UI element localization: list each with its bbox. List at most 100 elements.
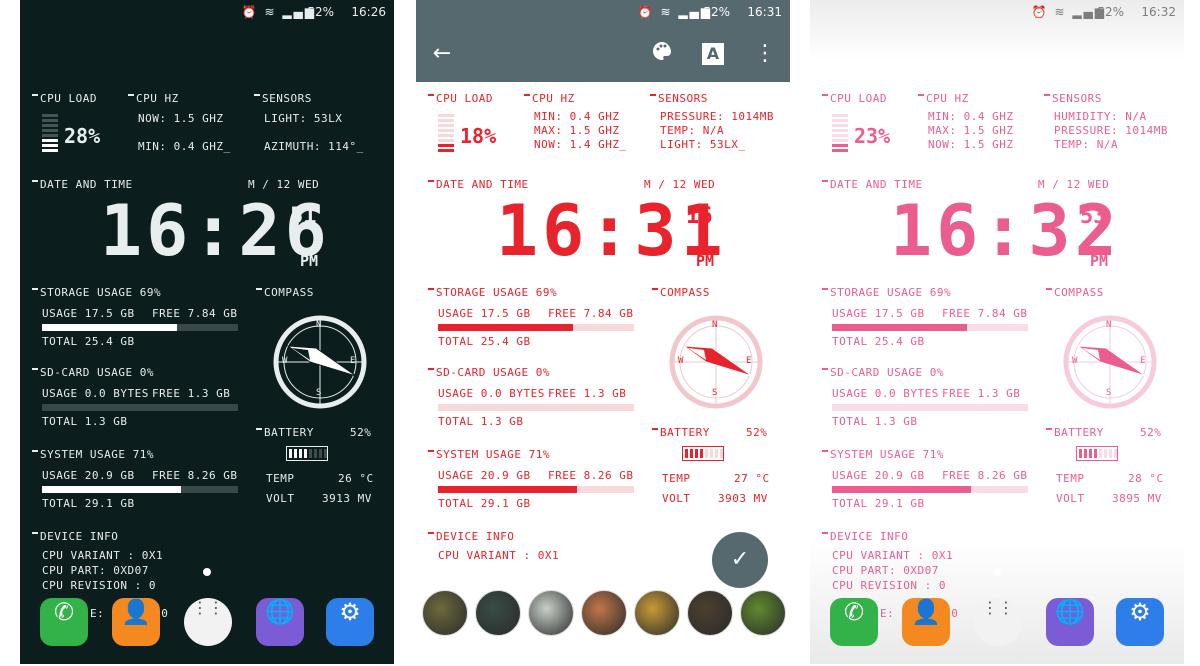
storage-bar-fill [438, 324, 574, 331]
cpu-hz-line: MIN: 0.4 GHZ [928, 110, 1014, 123]
palette-icon[interactable] [648, 40, 676, 68]
contacts-icon[interactable]: 👤 [112, 598, 160, 646]
sensors-line: TEMP: N/A [660, 124, 725, 137]
clock-ampm: PM [300, 252, 319, 270]
system-bar-fill [438, 486, 578, 493]
device-info-line: CPU REVISION : 0 [42, 579, 156, 592]
confirm-button[interactable]: ✓ [712, 532, 768, 588]
wallpaper-thumbnail[interactable] [475, 590, 521, 636]
compass-e: E [746, 356, 752, 366]
battery-temp-label: TEMP [266, 472, 295, 485]
phone-icon[interactable]: ✆ [830, 598, 878, 646]
cpu-load-label: CPU LOAD [32, 92, 97, 105]
cpu-meter-segment [832, 149, 848, 152]
battery-volt-label: VOLT [662, 492, 691, 505]
wallpaper-thumbnail[interactable] [422, 590, 468, 636]
system-usage: USAGE 20.9 GB [42, 469, 135, 482]
clock-seconds: 16 [686, 204, 713, 229]
battery-segment [314, 449, 317, 458]
wallpaper-thumbnail[interactable] [581, 590, 627, 636]
compass-w: W [1072, 356, 1078, 366]
cpu-hz-line: NOW: 1.5 GHZ [928, 138, 1014, 151]
wallpaper-thumbnail[interactable] [528, 590, 574, 636]
browser-icon[interactable]: 🌐 [1046, 598, 1094, 646]
sensors-label: SENSORS [650, 92, 708, 105]
cpu-meter-segment [832, 119, 848, 122]
sensors-line: LIGHT: 53LX [264, 112, 343, 125]
system-label: SYSTEM USAGE 71% [32, 448, 154, 461]
compass-label: COMPASS [256, 286, 314, 299]
clock-seconds: 51 [290, 204, 317, 229]
font-style-icon[interactable]: A [702, 43, 724, 65]
battery-label: BATTERY [256, 426, 314, 439]
battery-segment [1099, 449, 1102, 458]
cpu-load-label: CPU LOAD [428, 92, 493, 105]
system-total: TOTAL 29.1 GB [438, 497, 531, 510]
battery-segment [1094, 449, 1097, 458]
storage-label: STORAGE USAGE 69% [428, 286, 557, 299]
battery-percent: 52% [307, 5, 334, 19]
more-vert-icon[interactable]: ⋮ [754, 40, 776, 68]
settings-icon[interactable]: ⚙ [1116, 598, 1164, 646]
battery-segment [304, 449, 307, 458]
compass-n: N [316, 320, 322, 330]
cpu-load-label: CPU LOAD [822, 92, 887, 105]
cpu-meter-segment [42, 134, 58, 137]
sdcard-label: SD-CARD USAGE 0% [822, 366, 944, 379]
system-total: TOTAL 29.1 GB [832, 497, 925, 510]
sensors-label: SENSORS [1044, 92, 1102, 105]
sensors-line: PRESSURE: 1014MB [660, 110, 774, 123]
battery-meter [682, 446, 724, 461]
sensors-line: PRESSURE: 1014MB [1054, 124, 1168, 137]
settings-icon[interactable]: ⚙ [326, 598, 374, 646]
sdcard-bar [438, 404, 634, 411]
battery-segment [720, 449, 723, 458]
compass-s: S [316, 388, 322, 398]
battery-segment [710, 449, 713, 458]
contacts-icon[interactable]: 👤 [902, 598, 950, 646]
sdcard-label: SD-CARD USAGE 0% [32, 366, 154, 379]
device-info-line: CPU VARIANT : 0X1 [832, 549, 954, 562]
battery-temp-label: TEMP [662, 472, 691, 485]
cpu-load-meter [42, 114, 58, 154]
compass-label: COMPASS [1046, 286, 1104, 299]
apps-icon[interactable]: ⋮⋮ [184, 598, 232, 646]
sensors-line: AZIMUTH: 114°_ [264, 140, 364, 153]
storage-bar-fill [42, 324, 178, 331]
wallpaper-thumbnail[interactable] [687, 590, 733, 636]
storage-label: STORAGE USAGE 69% [32, 286, 161, 299]
back-arrow-icon[interactable]: ← [428, 40, 456, 68]
battery-value: 52% [1140, 426, 1162, 439]
storage-free: FREE 7.84 GB [942, 307, 1028, 320]
device-info-label: DEVICE INFO [32, 530, 118, 543]
system-bar [42, 486, 238, 493]
sensors-line: TEMP: N/A [1054, 138, 1119, 151]
battery-segment [700, 449, 703, 458]
battery-segment [1104, 449, 1107, 458]
compass-s: S [1106, 388, 1112, 398]
cpu-meter-segment [832, 134, 848, 137]
status-icons: ⏰ ≋ ▂▄▆ [637, 5, 712, 19]
cpu-meter-segment [832, 114, 848, 117]
sdcard-bar [42, 404, 238, 411]
system-usage: USAGE 20.9 GB [832, 469, 925, 482]
storage-usage: USAGE 17.5 GB [438, 307, 531, 320]
system-bar [438, 486, 634, 493]
cpu-meter-segment [438, 144, 454, 147]
wallpaper-thumbnail[interactable] [740, 590, 786, 636]
device-info-label: DEVICE INFO [428, 530, 514, 543]
compass-e: E [1140, 356, 1146, 366]
sdcard-bar [832, 404, 1028, 411]
device-info-line: CPU PART: 0XD07 [832, 564, 939, 577]
cpu-hz-line: MIN: 0.4 GHZ_ [138, 140, 231, 153]
storage-total: TOTAL 25.4 GB [832, 335, 925, 348]
device-info-line: CPU PART: 0XD07 [42, 564, 149, 577]
apps-icon[interactable]: ⋮⋮ [974, 598, 1022, 646]
device-info-line: CPU REVISION : 0 [832, 579, 946, 592]
cpu-load-value: 28% [64, 124, 101, 148]
phone-icon[interactable]: ✆ [40, 598, 88, 646]
cpu-meter-segment [438, 129, 454, 132]
browser-icon[interactable]: 🌐 [256, 598, 304, 646]
wallpaper-thumbnail[interactable] [634, 590, 680, 636]
compass-e: E [350, 356, 356, 366]
